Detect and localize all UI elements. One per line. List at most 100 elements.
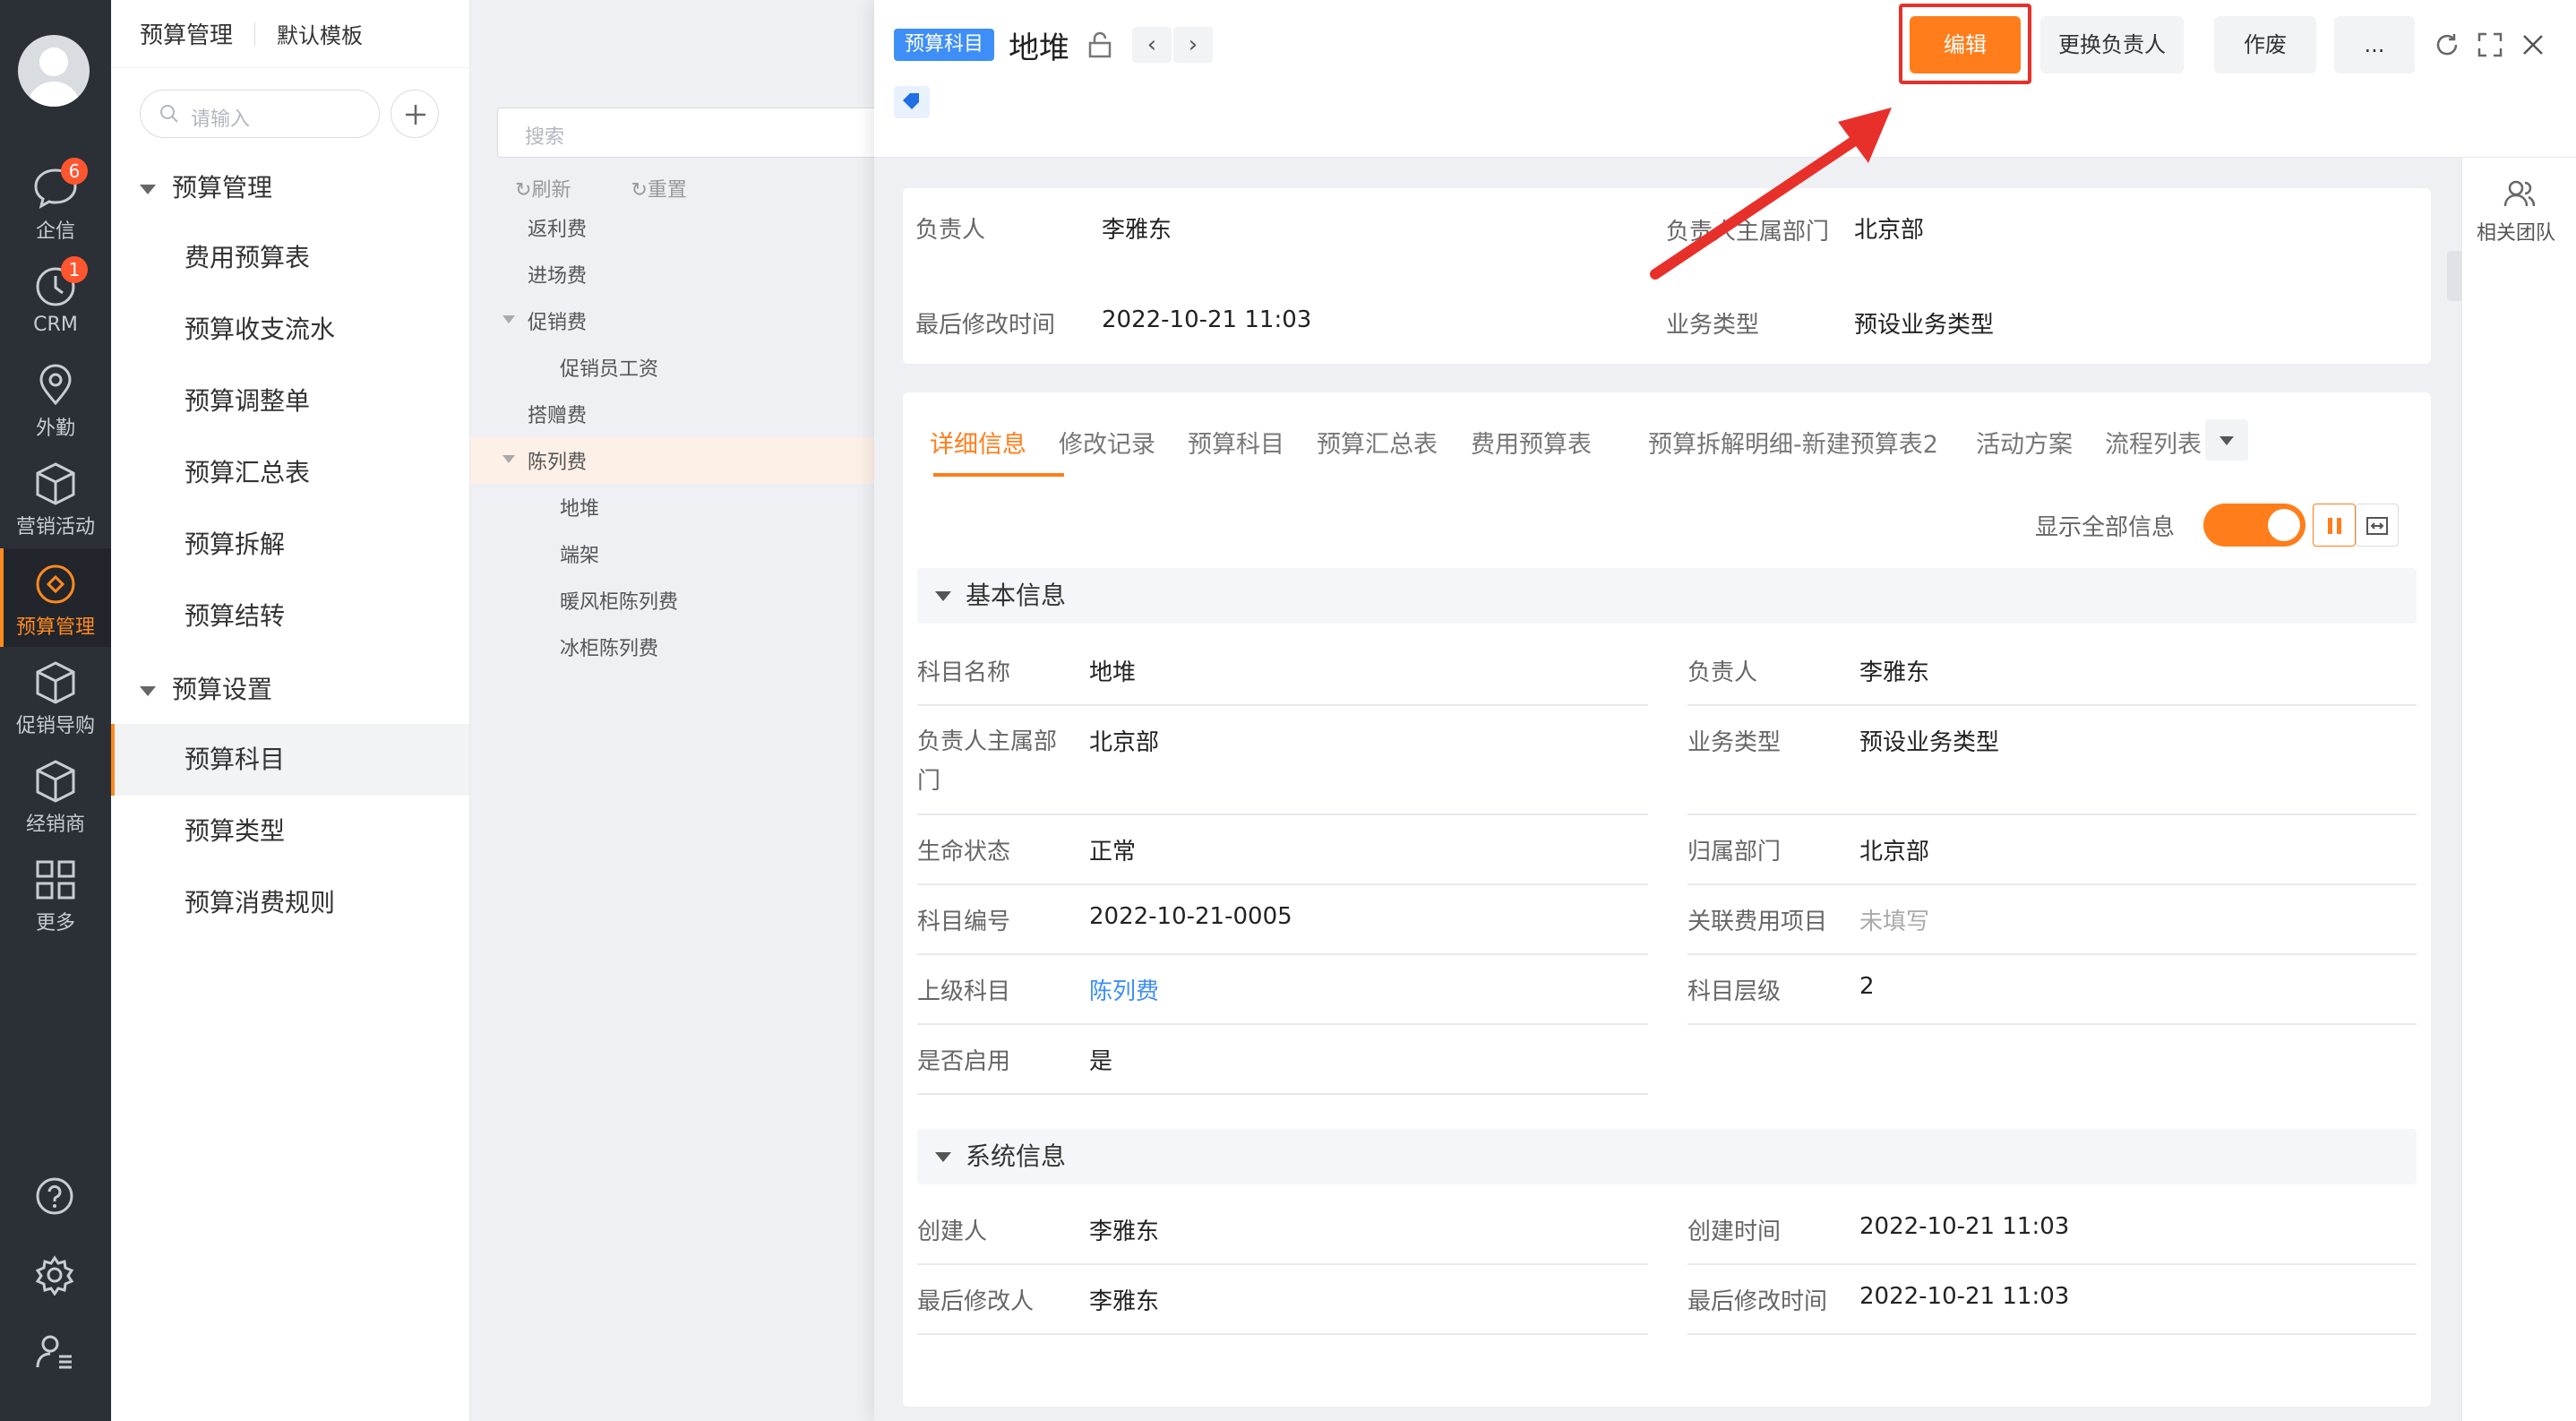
tree-node[interactable]: 地堆 xyxy=(560,493,599,521)
menu-item[interactable]: 预算调整单 xyxy=(111,366,469,437)
tab-activity-plan[interactable]: 活动方案 xyxy=(1976,425,2073,460)
rail-item-field[interactable]: 外勤 xyxy=(0,349,111,448)
tree-node[interactable]: 促销员工资 xyxy=(560,353,658,382)
menu-group-settings[interactable]: 预算设置 xyxy=(140,670,272,706)
void-button[interactable]: 作废 xyxy=(2214,16,2316,73)
field-label: 科目层级 xyxy=(1687,978,1782,1005)
detail-header: 预算科目 地堆 ‹ › 编辑 更换负责人 作废 ... xyxy=(874,0,2576,158)
rail-item-dealer[interactable]: 经销商 xyxy=(0,745,111,844)
rail-label: 外勤 xyxy=(35,418,75,440)
rail-item-more[interactable]: 更多 xyxy=(0,844,111,943)
tab-details[interactable]: 详细信息 xyxy=(930,425,1026,460)
two-column-layout-button[interactable] xyxy=(2313,504,2356,547)
menu-group-label: 预算设置 xyxy=(172,675,273,704)
menu-item[interactable]: 预算消费规则 xyxy=(111,867,469,939)
divider xyxy=(917,704,1648,706)
field-value: 2022-10-21 11:03 xyxy=(1859,1283,2070,1310)
rail-label: 促销导购 xyxy=(15,715,95,737)
tab-expense-budget[interactable]: 费用预算表 xyxy=(1471,425,1592,460)
tree-node-expanded[interactable]: 促销费 xyxy=(502,306,587,335)
unread-badge: 1 xyxy=(61,256,88,283)
menu-item[interactable]: 预算类型 xyxy=(111,796,469,867)
field-value: 李雅东 xyxy=(1089,1288,1160,1315)
user-settings-icon[interactable] xyxy=(34,1331,75,1373)
section-basic-info[interactable]: 基本信息 xyxy=(917,568,2417,624)
tab-budget-subject[interactable]: 预算科目 xyxy=(1188,425,1284,460)
menu-group-budget[interactable]: 预算管理 xyxy=(140,168,272,204)
tree-node-expanded[interactable]: 陈列费 xyxy=(502,446,587,475)
menu-title: 预算管理 xyxy=(140,22,234,49)
more-actions-button[interactable]: ... xyxy=(2334,16,2415,73)
rail-item-chat[interactable]: 企信 6 xyxy=(0,152,111,251)
tag-icon[interactable] xyxy=(894,86,930,118)
tree-node[interactable]: 暖风柜陈列费 xyxy=(560,586,678,615)
biz-type-label: 业务类型 xyxy=(1666,312,1760,339)
divider xyxy=(1687,953,2417,955)
divider xyxy=(917,883,1648,885)
tree-node[interactable]: 冰柜陈列费 xyxy=(560,633,658,661)
tree-node[interactable]: 进场费 xyxy=(528,260,587,289)
rail-item-budget[interactable]: 预算管理 xyxy=(0,548,111,647)
settings-icon[interactable] xyxy=(34,1254,75,1296)
field-label: 归属部门 xyxy=(1687,839,1782,866)
menu-item-selected[interactable]: 预算科目 xyxy=(111,724,469,796)
tree-search-input[interactable]: 搜索 xyxy=(497,108,891,158)
user-avatar[interactable] xyxy=(18,35,90,107)
unlock-icon[interactable] xyxy=(1086,30,1114,59)
next-record-button[interactable]: › xyxy=(1173,27,1213,63)
divider xyxy=(1687,1333,2417,1335)
tree-node[interactable]: 端架 xyxy=(560,539,599,568)
team-label[interactable]: 相关团队 xyxy=(2477,217,2555,245)
refresh-button[interactable]: ↻刷新 xyxy=(515,179,597,202)
menu-item[interactable]: 预算拆解 xyxy=(111,509,469,581)
owner-value: 李雅东 xyxy=(1102,217,1172,244)
add-button[interactable] xyxy=(391,90,439,138)
field-value: 北京部 xyxy=(1859,839,1930,866)
tab-process-list[interactable]: 流程列表 xyxy=(2105,425,2202,460)
menu-search-input[interactable]: 请输入 xyxy=(140,90,380,138)
budget-icon xyxy=(36,564,75,604)
show-all-toggle[interactable] xyxy=(2203,504,2306,547)
menu-item[interactable]: 费用预算表 xyxy=(111,222,469,294)
tab-changelog[interactable]: 修改记录 xyxy=(1059,425,1155,460)
rail-item-promo[interactable]: 促销导购 xyxy=(0,647,111,745)
close-icon[interactable] xyxy=(2519,30,2547,59)
rail-label: CRM xyxy=(33,314,78,336)
menu-item[interactable]: 预算收支流水 xyxy=(111,294,469,366)
field-value: 正常 xyxy=(1089,839,1137,866)
template-selector[interactable]: 默认模板 xyxy=(277,18,363,49)
rail-label: 预算管理 xyxy=(15,616,95,639)
help-icon[interactable] xyxy=(34,1176,75,1217)
prev-record-button[interactable]: ‹ xyxy=(1132,27,1172,63)
module-menu: 预算管理 默认模板 请输入 预算管理 费用预算表 预算收支流水 预算调整单 预算… xyxy=(111,0,469,1421)
change-owner-button[interactable]: 更换负责人 xyxy=(2040,16,2184,73)
fullscreen-icon[interactable] xyxy=(2476,30,2504,59)
tab-more-button[interactable] xyxy=(2205,419,2248,461)
divider xyxy=(917,1093,1648,1095)
reset-button[interactable]: ↻重置 xyxy=(631,179,713,202)
summary-card: 负责人 李雅东 负责人主属部门 北京部 最后修改时间 2022-10-21 11… xyxy=(903,188,2431,364)
section-system-info[interactable]: 系统信息 xyxy=(917,1129,2417,1184)
owner-label: 负责人 xyxy=(915,217,986,244)
field-value-empty: 未填写 xyxy=(1859,909,1930,935)
rail-item-marketing[interactable]: 营销活动 xyxy=(0,448,111,547)
field-label: 科目编号 xyxy=(917,909,1011,935)
team-icon[interactable] xyxy=(2502,176,2537,211)
edit-button[interactable]: 编辑 xyxy=(1910,16,2021,73)
refresh-label: 刷新 xyxy=(531,179,571,202)
cube-icon xyxy=(36,760,75,803)
full-width-layout-button[interactable] xyxy=(2356,504,2399,547)
menu-item[interactable]: 预算汇总表 xyxy=(111,437,469,509)
tree-node[interactable]: 搭赠费 xyxy=(528,400,587,428)
tree-node[interactable]: 返利费 xyxy=(528,213,587,242)
menu-item[interactable]: 预算结转 xyxy=(111,581,469,652)
rail-item-crm[interactable]: CRM 1 xyxy=(0,251,111,349)
caret-down-icon xyxy=(140,685,156,696)
tab-budget-summary[interactable]: 预算汇总表 xyxy=(1317,425,1438,460)
field-value: 2 xyxy=(1859,973,1875,1000)
parent-subject-link[interactable]: 陈列费 xyxy=(1089,973,1159,1006)
menu-header: 预算管理 默认模板 xyxy=(111,0,469,68)
tab-budget-breakdown[interactable]: 预算拆解明细-新建预算表2 xyxy=(1648,425,1938,460)
field-value: 是 xyxy=(1089,1048,1113,1075)
refresh-icon[interactable] xyxy=(2433,30,2461,59)
